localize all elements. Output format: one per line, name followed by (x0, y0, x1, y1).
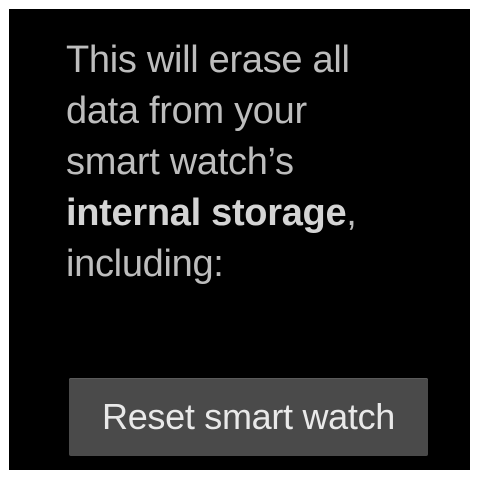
message-line-2: data from your (66, 90, 307, 132)
message-line-3: smart watch’s (66, 141, 294, 183)
message-line-1: This will erase all (66, 39, 350, 81)
reset-smart-watch-button[interactable]: Reset smart watch (69, 378, 428, 456)
internal-storage-emphasis: internal storage (66, 192, 347, 234)
watch-screen: This will erase all data from your smart w… (9, 9, 470, 470)
message-line-5: including: (66, 243, 224, 285)
message-comma: , (346, 192, 357, 234)
erase-warning-message: This will erase all data from your smart w… (66, 35, 426, 290)
